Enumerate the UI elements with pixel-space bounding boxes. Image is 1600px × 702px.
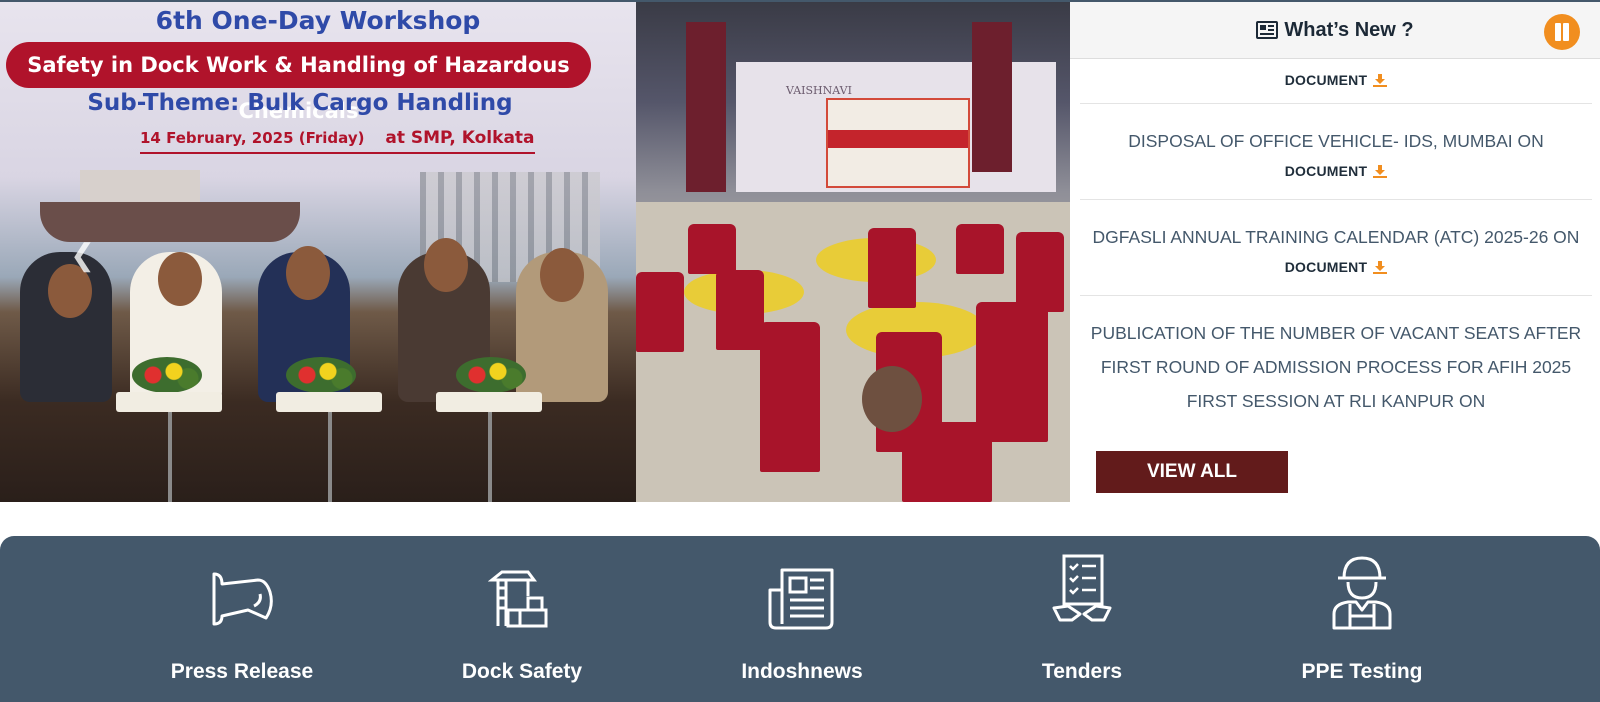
panelist-head [424,238,468,292]
download-icon [1373,165,1388,181]
whats-new-title-text: What’s New ? [1284,19,1414,41]
quick-link-indoshnews[interactable]: Indoshnews [682,536,922,702]
banner-title: 6th One-Day Workshop [155,6,481,35]
quick-links-band: Press Release Dock Safety Indoshnews Ten… [0,536,1600,702]
panelist-head [286,246,330,300]
news-item: PUBLICATION OF THE NUMBER OF VACANT SEAT… [1080,316,1592,422]
auditorium-photo: VAISHNAVI [636,2,1070,502]
document-link[interactable]: DOCUMENT [1284,259,1388,277]
flower-bouquet [286,357,356,393]
quick-link-tenders[interactable]: Tenders [962,536,1202,702]
quick-link-label: Press Release [170,660,314,683]
chair [636,272,684,352]
curtain [686,22,726,192]
document-link-label: DOCUMENT [1284,163,1368,179]
whats-new-panel: What’s New ? DOCUMENT DISPOSAL OF OFFICE… [1070,2,1600,502]
side-table [116,392,222,412]
banner-subtheme: Sub-Theme: Bulk Cargo Handling [87,90,513,116]
chair [868,228,916,308]
news-item: DGFASLI ANNUAL TRAINING CALENDAR (ATC) 2… [1080,220,1592,296]
quick-link-ppe-testing[interactable]: PPE Testing [1242,536,1482,702]
venue-sign: VAISHNAVI [786,84,852,97]
quick-link-press-release[interactable]: Press Release [122,536,362,702]
table-leg [488,412,492,502]
document-link-label: DOCUMENT [1284,259,1368,275]
banner-date: 14 February, 2025 (Friday) [140,129,365,147]
panelist-head [540,248,584,302]
side-table [276,392,382,412]
download-icon [1373,74,1388,90]
table-leg [168,412,172,502]
panelist-head [158,252,202,306]
ship-superstructure [80,170,200,204]
banner-date-venue: 14 February, 2025 (Friday) at SMP, Kolka… [140,128,535,154]
hero-slider[interactable]: 6th One-Day Workshop Safety in Dock Work… [0,2,1070,502]
pause-icon[interactable] [1544,14,1580,50]
chair [1016,232,1064,312]
whats-new-title: What’s New ? [1070,2,1600,59]
news-item-text: DISPOSAL OF OFFICE VEHICLE- IDS, MUMBAI … [1128,131,1544,151]
view-all-button[interactable]: VIEW ALL [1096,451,1288,493]
quick-link-dock-safety[interactable]: Dock Safety [402,536,642,702]
side-table [436,392,542,412]
quick-link-label: PPE Testing [1301,660,1423,683]
document-link[interactable]: DOCUMENT [1284,72,1388,90]
chair [956,224,1004,274]
chair [760,322,820,472]
workshop-photo: 6th One-Day Workshop Safety in Dock Work… [0,2,636,502]
quick-link-label: Dock Safety [461,660,583,683]
curtain [972,22,1012,172]
ship-hull [40,202,300,242]
chair [716,270,764,350]
document-link-label: DOCUMENT [1284,72,1368,88]
chair [976,302,1048,442]
news-item-text: DGFASLI ANNUAL TRAINING CALENDAR (ATC) 2… [1092,227,1580,247]
news-item: DISPOSAL OF OFFICE VEHICLE- IDS, MUMBAI … [1080,124,1592,200]
download-icon [1373,261,1388,277]
banner-venue: at SMP, Kolkata [385,128,535,148]
flower-bouquet [456,357,526,393]
flower-bouquet [132,357,202,393]
news-item: DOCUMENT [1080,66,1592,104]
quick-link-label: Tenders [1041,660,1123,683]
quick-link-label: Indoshnews [741,660,863,683]
chevron-left-icon[interactable]: ❮ [70,238,95,273]
stage-screen-band [828,130,968,148]
attendee-head [862,366,922,432]
newspaper-icon [1256,5,1279,62]
news-item-text: PUBLICATION OF THE NUMBER OF VACANT SEAT… [1090,323,1582,411]
document-link[interactable]: DOCUMENT [1284,163,1388,181]
chair [688,224,736,274]
banner-theme: Safety in Dock Work & Handling of Hazard… [6,42,591,123]
table-leg [328,412,332,502]
